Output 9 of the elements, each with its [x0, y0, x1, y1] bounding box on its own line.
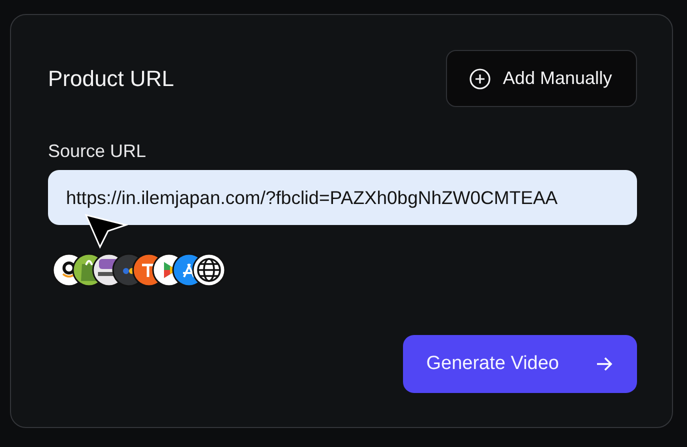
- section-title: Product URL: [48, 66, 174, 92]
- arrow-right-icon: [595, 355, 613, 373]
- source-url-field[interactable]: https://in.ilemjapan.com/?fbclid=PAZXh0bgNhZW0CMTEAA: [48, 170, 637, 225]
- field-label: Source URL: [48, 141, 148, 162]
- globe-icon: [192, 253, 226, 287]
- generate-video-button[interactable]: Generate Video: [403, 335, 637, 393]
- add-manually-button[interactable]: Add Manually: [446, 50, 637, 107]
- plus-circle-icon: [468, 68, 491, 90]
- pointer-cursor-icon: [84, 213, 128, 249]
